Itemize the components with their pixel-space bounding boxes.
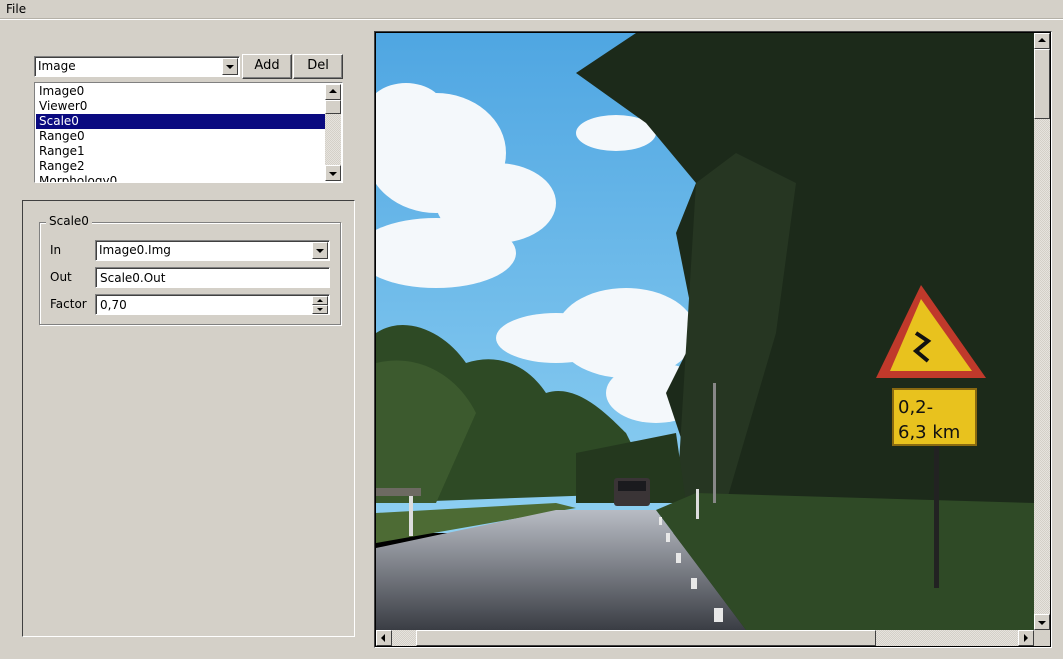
list-item[interactable]: Morphology0 xyxy=(36,174,326,182)
scroll-left-button[interactable] xyxy=(376,630,392,646)
menu-file[interactable]: File xyxy=(6,2,26,16)
module-list-scrollbar[interactable] xyxy=(325,84,341,181)
in-dropdown-button[interactable] xyxy=(312,242,328,259)
module-list[interactable]: Image0 Viewer0 Scale0 Range0 Range1 Rang… xyxy=(34,82,343,183)
viewer-vertical-scrollbar[interactable] xyxy=(1034,33,1050,630)
module-type-combo[interactable]: Image xyxy=(34,56,240,77)
image-viewer: 0,2- 6,3 km xyxy=(374,31,1052,648)
list-item[interactable]: Range1 xyxy=(36,144,326,159)
factor-spinner xyxy=(312,296,328,314)
chevron-down-icon xyxy=(226,65,234,69)
menubar-divider xyxy=(0,19,1063,20)
arrow-up-icon xyxy=(1038,38,1046,42)
road-image: 0,2- 6,3 km xyxy=(376,33,1034,630)
chevron-down-icon xyxy=(316,249,324,253)
in-label: In xyxy=(50,243,62,257)
in-combo[interactable]: Image0.Img xyxy=(95,240,330,261)
road-photo: 0,2- 6,3 km xyxy=(376,33,1034,630)
list-item[interactable]: Range0 xyxy=(36,129,326,144)
factor-label: Factor xyxy=(50,297,87,311)
sign-line-2: 6,3 km xyxy=(898,422,960,443)
out-field[interactable]: Scale0.Out xyxy=(95,267,330,288)
arrow-down-icon xyxy=(329,172,337,176)
scroll-up-button[interactable] xyxy=(1034,33,1050,49)
spin-down-button[interactable] xyxy=(312,305,328,314)
scrollbar-corner xyxy=(1034,630,1050,646)
factor-value: 0,70 xyxy=(100,298,127,312)
list-item[interactable]: Image0 xyxy=(36,84,326,99)
factor-spinbox[interactable]: 0,70 xyxy=(95,294,330,315)
scroll-right-button[interactable] xyxy=(1018,630,1034,646)
scroll-down-button[interactable] xyxy=(325,165,341,181)
arrow-down-icon xyxy=(317,308,323,311)
arrow-up-icon xyxy=(329,89,337,93)
menubar: File xyxy=(0,0,1063,19)
module-list-items: Image0 Viewer0 Scale0 Range0 Range1 Rang… xyxy=(36,84,326,182)
horizontal-scroll-thumb[interactable] xyxy=(416,630,876,646)
scroll-up-button[interactable] xyxy=(325,84,341,100)
scroll-down-button[interactable] xyxy=(1034,614,1050,630)
combo-dropdown-button[interactable] xyxy=(222,58,238,75)
list-item[interactable]: Viewer0 xyxy=(36,99,326,114)
module-type-value: Image xyxy=(38,59,76,73)
arrow-left-icon xyxy=(381,634,385,642)
list-item-selected[interactable]: Scale0 xyxy=(36,114,326,129)
out-value: Scale0.Out xyxy=(100,271,166,285)
list-item[interactable]: Range2 xyxy=(36,159,326,174)
out-label: Out xyxy=(50,270,72,284)
viewer-horizontal-scrollbar[interactable] xyxy=(376,630,1034,646)
arrow-up-icon xyxy=(317,299,323,302)
arrow-down-icon xyxy=(1038,621,1046,625)
del-button[interactable]: Del xyxy=(293,54,343,79)
in-value: Image0.Img xyxy=(99,243,171,257)
arrow-right-icon xyxy=(1024,634,1028,642)
sign-line-1: 0,2- xyxy=(898,397,933,418)
add-button[interactable]: Add xyxy=(242,54,292,79)
vertical-scroll-thumb[interactable] xyxy=(1034,49,1050,119)
spin-up-button[interactable] xyxy=(312,296,328,305)
group-title: Scale0 xyxy=(46,214,92,228)
scroll-thumb[interactable] xyxy=(325,100,341,114)
